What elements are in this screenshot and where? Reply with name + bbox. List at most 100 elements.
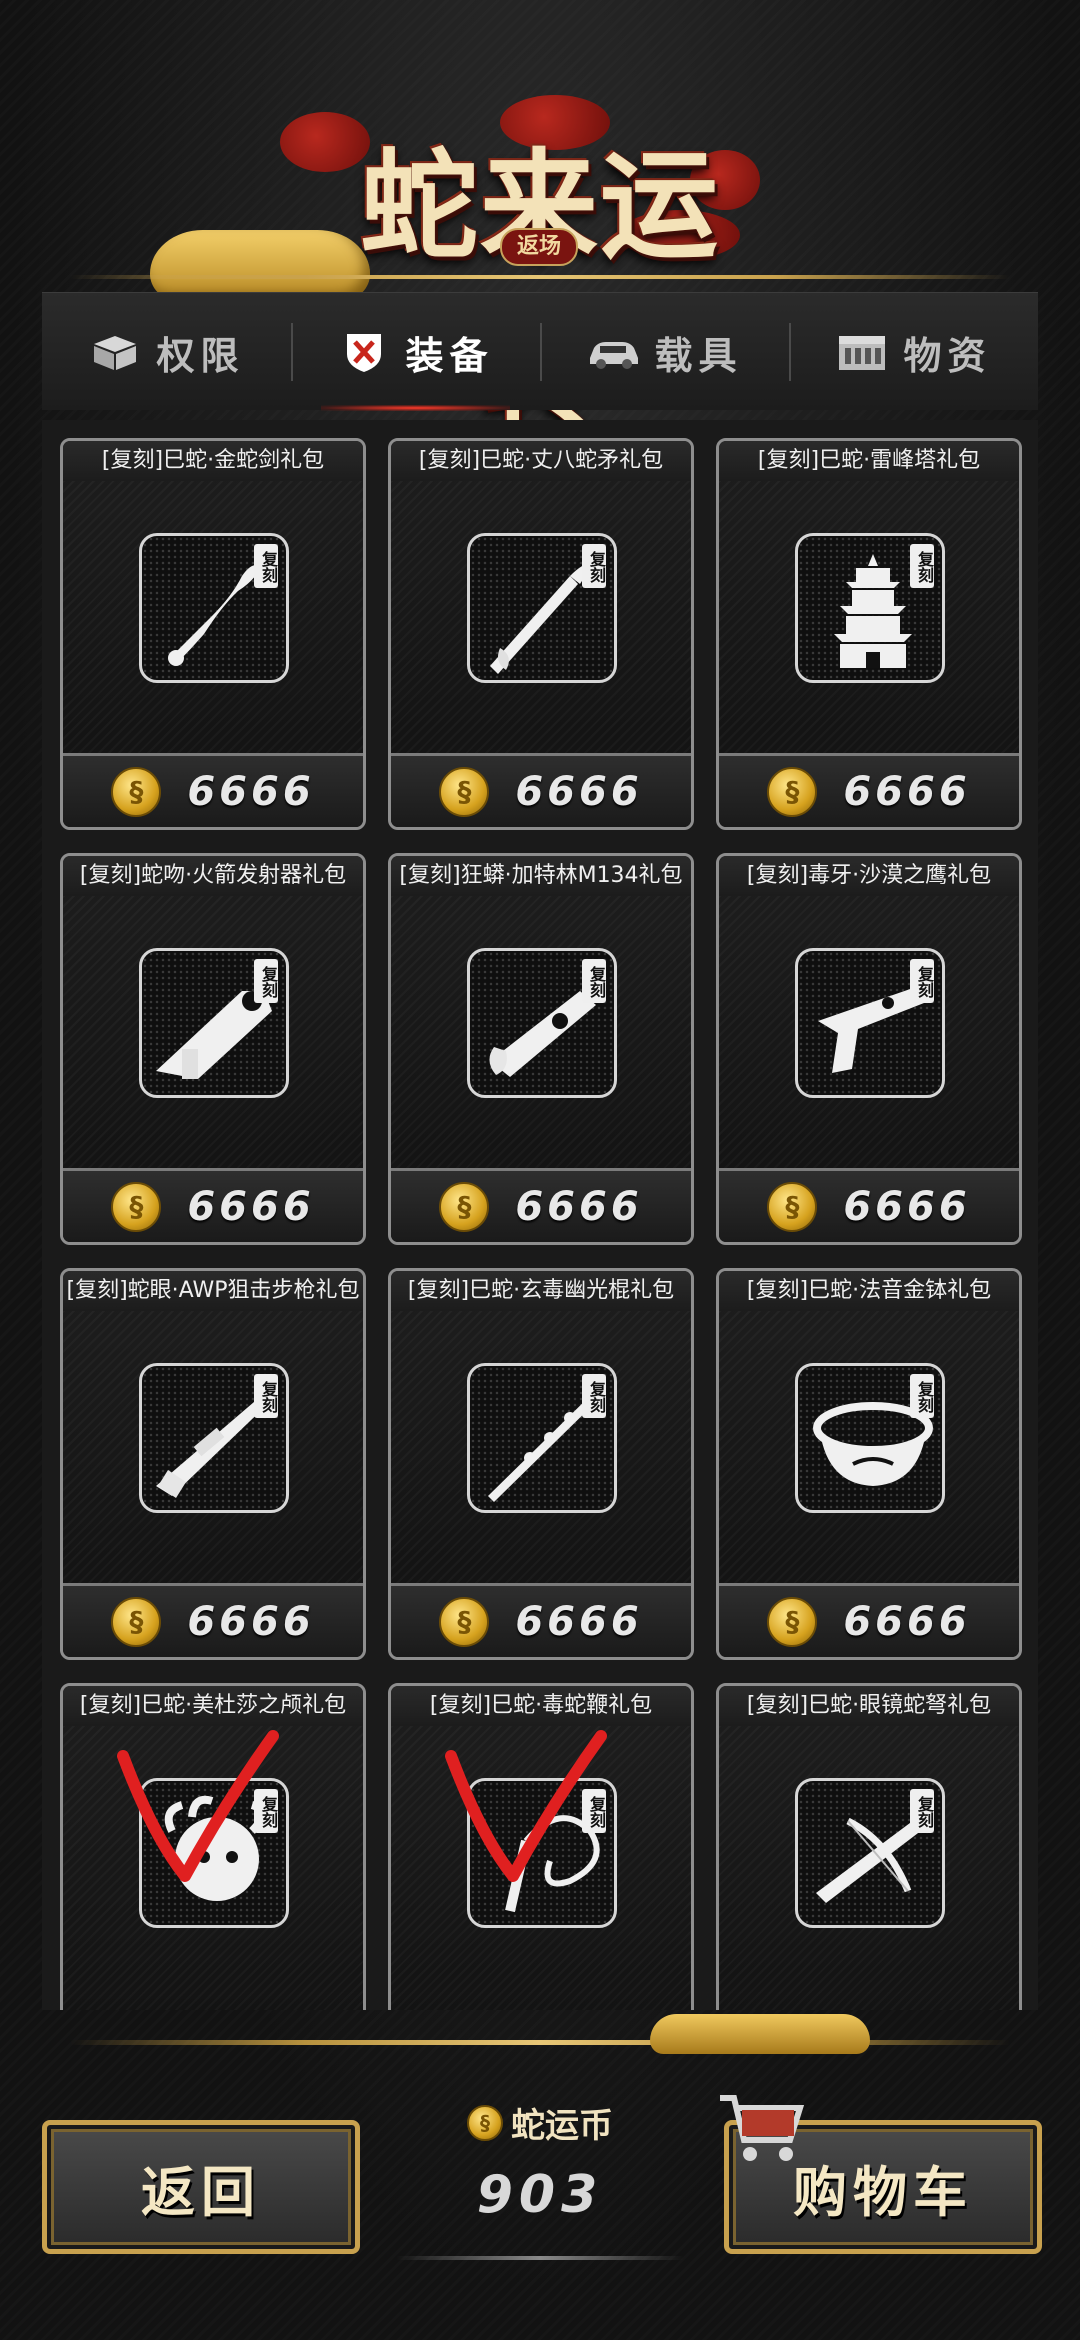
snake-coin-icon <box>111 1181 162 1232</box>
item-card[interactable]: [复刻]毒牙·沙漠之鹰礼包复刻 6666 <box>716 853 1022 1245</box>
item-title: [复刻]巳蛇·雷峰塔礼包 <box>719 441 1019 481</box>
price-bar: 6666 <box>719 1583 1019 1657</box>
back-button-label: 返回 <box>141 2160 261 2224</box>
currency-name: 蛇运币 <box>511 2106 613 2146</box>
item-price: 6666 <box>843 768 971 815</box>
item-card[interactable]: [复刻]巳蛇·美杜莎之颅礼包复刻 <box>60 1683 366 2010</box>
supply-crate-icon <box>839 336 886 370</box>
item-card[interactable]: [复刻]巳蛇·丈八蛇矛礼包复刻 6666 <box>388 438 694 830</box>
rerun-tag: 复刻 <box>910 544 934 588</box>
car-icon <box>590 342 639 369</box>
gift-box-icon <box>94 336 137 370</box>
tab-equipment[interactable]: 装备 <box>291 293 540 411</box>
currency-display: 蛇运币 903 <box>386 2090 694 2260</box>
item-price: 6666 <box>187 1598 315 1645</box>
rerun-tag: 复刻 <box>582 959 606 1003</box>
event-header: 蛇来运转 返场 <box>0 0 1080 446</box>
tab-permissions[interactable]: 权限 <box>42 293 291 411</box>
item-title: [复刻]巳蛇·毒蛇鞭礼包 <box>391 1686 691 1726</box>
item-price: 6666 <box>515 768 643 815</box>
item-card[interactable]: [复刻]巳蛇·法音金钵礼包复刻 6666 <box>716 1268 1022 1660</box>
item-title: [复刻]巳蛇·法音金钵礼包 <box>719 1271 1019 1311</box>
item-card[interactable]: [复刻]巳蛇·玄毒幽光棍礼包复刻 6666 <box>388 1268 694 1660</box>
item-card[interactable]: [复刻]蛇吻·火箭发射器礼包复刻 6666 <box>60 853 366 1245</box>
item-title: [复刻]巳蛇·玄毒幽光棍礼包 <box>391 1271 691 1311</box>
item-price: 6666 <box>515 1598 643 1645</box>
item-thumbnail[interactable]: 复刻 <box>139 533 289 683</box>
snake-coin-icon <box>111 766 162 817</box>
price-bar: 6666 <box>719 1168 1019 1242</box>
item-thumbnail[interactable]: 复刻 <box>467 1778 617 1928</box>
snake-coin-icon <box>767 1596 818 1647</box>
rerun-tag: 复刻 <box>582 1374 606 1418</box>
item-price: 6666 <box>187 768 315 815</box>
price-bar: 6666 <box>391 1583 691 1657</box>
item-price: 6666 <box>515 1183 643 1230</box>
item-thumbnail[interactable]: 复刻 <box>795 948 945 1098</box>
gold-snake-decoration <box>150 230 370 300</box>
item-thumbnail[interactable]: 复刻 <box>795 1363 945 1513</box>
price-bar: 6666 <box>719 753 1019 827</box>
item-card[interactable]: [复刻]巳蛇·毒蛇鞭礼包复刻 <box>388 1683 694 2010</box>
rerun-tag: 复刻 <box>582 1789 606 1833</box>
item-thumbnail[interactable]: 复刻 <box>467 1363 617 1513</box>
rerun-tag: 复刻 <box>254 1789 278 1833</box>
shopping-cart-icon <box>720 2095 805 2161</box>
item-thumbnail[interactable]: 复刻 <box>139 1778 289 1928</box>
rerun-tag: 复刻 <box>910 1789 934 1833</box>
tab-label: 权限 <box>156 333 245 378</box>
rerun-tag: 复刻 <box>910 959 934 1003</box>
snake-coin-icon <box>767 766 818 817</box>
snake-coin-icon <box>439 1181 490 1232</box>
item-title: [复刻]巳蛇·美杜莎之颅礼包 <box>63 1686 363 1726</box>
rerun-tag: 复刻 <box>910 1374 934 1418</box>
item-thumbnail[interactable]: 复刻 <box>467 533 617 683</box>
price-bar: 6666 <box>391 753 691 827</box>
item-title: [复刻]巳蛇·丈八蛇矛礼包 <box>391 441 691 481</box>
price-bar: 6666 <box>63 1168 363 1242</box>
item-price: 6666 <box>843 1598 971 1645</box>
rerun-tag: 复刻 <box>254 544 278 588</box>
tab-label: 载具 <box>654 333 743 378</box>
item-title: [复刻]蛇眼·AWP狙击步枪礼包 <box>63 1271 363 1311</box>
item-card[interactable]: [复刻]巳蛇·眼镜蛇弩礼包复刻 <box>716 1683 1022 2010</box>
item-thumbnail[interactable]: 复刻 <box>139 1363 289 1513</box>
item-price: 6666 <box>187 1183 315 1230</box>
rerun-tag: 复刻 <box>254 959 278 1003</box>
item-card[interactable]: [复刻]巳蛇·雷峰塔礼包复刻 6666 <box>716 438 1022 830</box>
price-bar: 6666 <box>63 1583 363 1657</box>
item-title: [复刻]巳蛇·眼镜蛇弩礼包 <box>719 1686 1019 1726</box>
item-title: [复刻]蛇吻·火箭发射器礼包 <box>63 856 363 896</box>
item-card[interactable]: [复刻]巳蛇·金蛇剑礼包复刻 6666 <box>60 438 366 830</box>
tab-supplies[interactable]: 物资 <box>789 293 1038 411</box>
shield-weapon-icon <box>347 334 382 372</box>
tab-label: 装备 <box>405 333 494 378</box>
snake-coin-icon <box>767 1181 818 1232</box>
currency-label: 蛇运币 <box>386 2098 694 2147</box>
cart-button-label: 购物车 <box>793 2160 973 2224</box>
item-title: [复刻]巳蛇·金蛇剑礼包 <box>63 441 363 481</box>
currency-balance: 903 <box>476 2165 604 2225</box>
price-bar: 6666 <box>391 1168 691 1242</box>
item-price: 6666 <box>843 1183 971 1230</box>
tab-label: 物资 <box>903 333 992 378</box>
item-thumbnail[interactable]: 复刻 <box>795 533 945 683</box>
tab-vehicles[interactable]: 载具 <box>540 293 789 411</box>
snake-coin-icon <box>439 766 490 817</box>
snake-coin-icon <box>467 2104 503 2141</box>
item-thumbnail[interactable]: 复刻 <box>139 948 289 1098</box>
divider <box>396 2256 684 2260</box>
category-tabs: 权限 装备 载具 物资 <box>42 292 1038 411</box>
rerun-badge: 返场 <box>500 228 578 266</box>
rerun-tag: 复刻 <box>254 1374 278 1418</box>
item-card[interactable]: [复刻]蛇眼·AWP狙击步枪礼包复刻 6666 <box>60 1268 366 1660</box>
item-card[interactable]: [复刻]狂蟒·加特林M134礼包复刻 6666 <box>388 853 694 1245</box>
snake-coin-icon <box>111 1596 162 1647</box>
item-thumbnail[interactable]: 复刻 <box>467 948 617 1098</box>
item-thumbnail[interactable]: 复刻 <box>795 1778 945 1928</box>
rerun-tag: 复刻 <box>582 544 606 588</box>
gold-snake-decoration <box>650 2014 870 2054</box>
snake-coin-icon <box>439 1596 490 1647</box>
back-button[interactable]: 返回 <box>42 2120 360 2254</box>
item-grid: [复刻]巳蛇·金蛇剑礼包复刻6666[复刻]巳蛇·丈八蛇矛礼包复刻6666[复刻… <box>42 420 1038 2010</box>
